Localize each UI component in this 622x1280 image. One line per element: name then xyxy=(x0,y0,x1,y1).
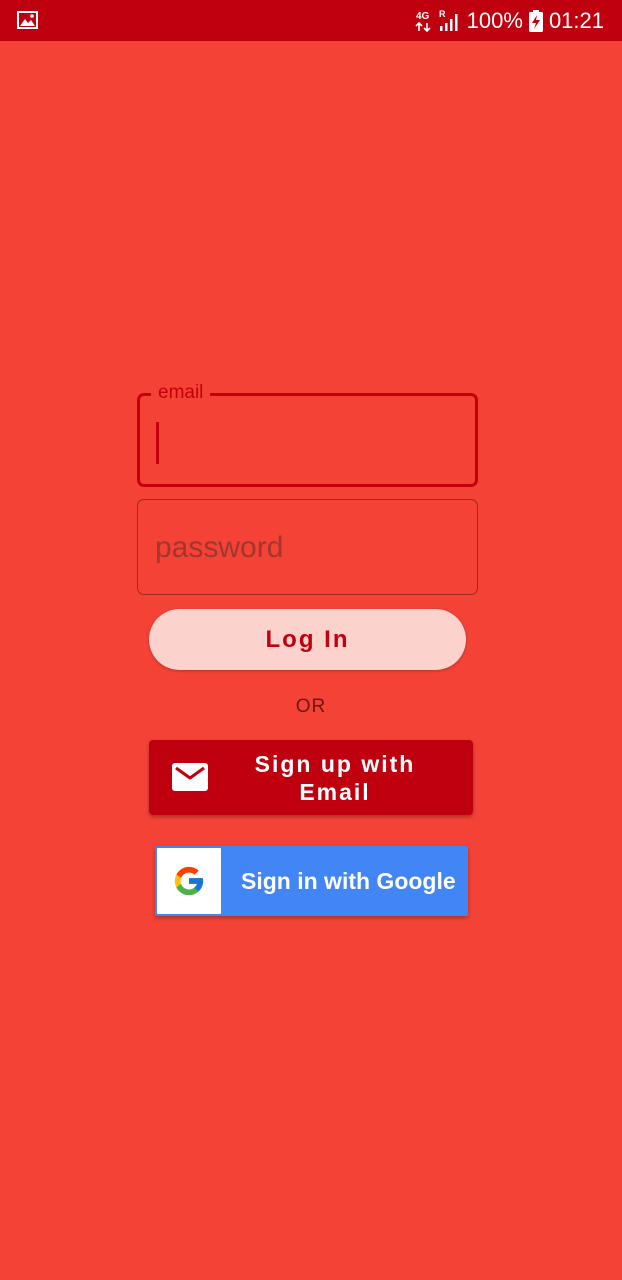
google-signin-label: Sign in with Google xyxy=(241,868,456,894)
signal-icon: R xyxy=(439,9,458,31)
gallery-icon xyxy=(17,11,38,29)
mail-icon xyxy=(172,763,208,791)
google-logo-container xyxy=(157,848,221,914)
battery-charging-icon xyxy=(528,9,543,32)
email-signup-label: Sign up with Email xyxy=(254,751,416,805)
status-bar: 4G R 100% 01:21 xyxy=(0,0,622,41)
status-icons: 4G R 100% 01:21 xyxy=(415,0,604,41)
network-label: 4G xyxy=(416,11,430,22)
roaming-label: R xyxy=(439,9,446,19)
email-field[interactable]: email xyxy=(137,382,478,487)
google-logo-icon xyxy=(174,866,204,896)
battery-percent: 100% xyxy=(466,8,523,33)
network-4g-icon: 4G xyxy=(415,11,431,32)
or-separator: OR xyxy=(295,696,327,717)
password-field[interactable] xyxy=(137,499,478,596)
login-button[interactable]: Log In xyxy=(149,609,466,670)
email-label: email xyxy=(151,382,211,404)
password-input[interactable] xyxy=(155,500,455,596)
google-signin-button[interactable]: Sign in with Google xyxy=(155,846,468,916)
email-signup-button[interactable]: Sign up with Email xyxy=(149,740,473,815)
clock: 01:21 xyxy=(548,8,604,33)
text-cursor xyxy=(156,422,159,464)
